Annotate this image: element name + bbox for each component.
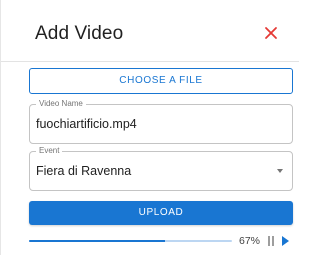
close-icon: [265, 27, 277, 39]
dialog-header: Add Video: [1, 0, 299, 62]
event-value[interactable]: Fiera di Ravenna: [36, 163, 131, 179]
upload-progress: 67%: [29, 234, 293, 250]
video-name-value[interactable]: fuochiartificio.mp4: [36, 116, 137, 132]
event-label: Event: [36, 146, 63, 156]
close-button[interactable]: [262, 24, 280, 42]
event-select[interactable]: Event Fiera di Ravenna: [29, 146, 293, 191]
chevron-down-icon[interactable]: [277, 169, 283, 173]
progress-percent: 67%: [239, 235, 261, 247]
choose-file-button[interactable]: CHOOSE A FILE: [29, 68, 293, 94]
pause-icon[interactable]: [267, 236, 275, 246]
progress-fill: [29, 240, 165, 242]
progress-track: [29, 240, 232, 242]
dialog-title: Add Video: [35, 23, 124, 44]
add-video-dialog: Add Video CHOOSE A FILE Video Name fuoch…: [0, 0, 299, 255]
upload-button[interactable]: UPLOAD: [29, 201, 293, 225]
video-name-field[interactable]: Video Name fuochiartificio.mp4: [29, 99, 293, 144]
play-icon[interactable]: [282, 236, 289, 246]
video-name-label: Video Name: [36, 99, 86, 109]
